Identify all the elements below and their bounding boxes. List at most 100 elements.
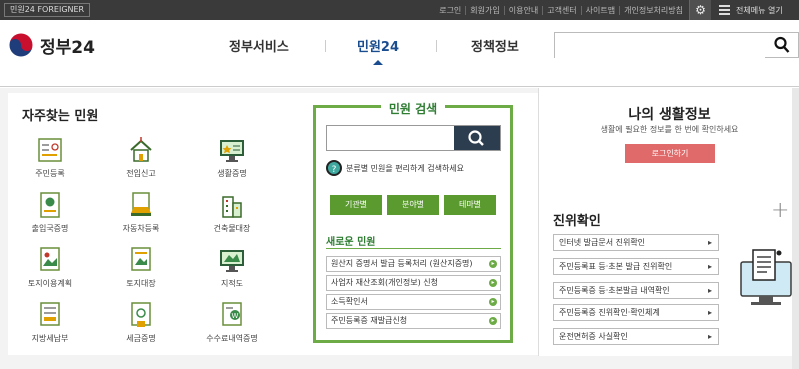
site-search-input[interactable] [555,33,765,58]
signup-link[interactable]: 회원가입 [465,5,503,15]
verify-item[interactable]: 주민등록표 등·초본 발급 진위확인 ▸ [553,258,719,275]
verify-item-label: 주민등록증 진위확인·확인체계 [559,308,660,317]
frequent-item-tax-certificate[interactable]: 세금증명 [102,301,180,344]
search-icon [468,130,484,146]
mylife-title: 나의 생활정보 [628,107,711,123]
new-civil-item-label: 사업자 재산조회(개인정보) 신청 [331,278,439,287]
passport-icon [40,192,60,218]
frequent-item-vehicle[interactable]: 자동차등록 [102,191,180,234]
scroll-edge [792,88,799,369]
arrow-right-icon: ▸ [707,308,712,317]
verify-item-label: 운전면허증 사실확인 [559,332,628,341]
arrow-right-icon: ▸ [489,317,497,325]
frequent-item-fee-certificate[interactable]: W 수수료내역증명 [193,301,271,344]
all-menu-button[interactable]: 전체메뉴 열기 [713,0,799,20]
arrow-right-icon: ▸ [489,260,497,268]
main-content: 자주찾는 민원 주민등록 전입신고 생활증명 출입국증명 자동차등록 건축물대장 [0,88,799,369]
verify-item[interactable]: 주민등록증 등·초본발급 내역확인 ▸ [553,282,719,299]
frequent-item-label: 생활증명 [217,169,247,178]
mylife-login-button[interactable]: 로그인하기 [625,144,715,163]
sitemap-link[interactable]: 사이트맵 [580,5,619,15]
new-civil-item-label: 원산지 증명서 발급 등록처리 (원산지증명) [331,259,473,268]
civil-search-hint: ? 분류별 민원을 편리하게 검색하세요 [326,160,464,176]
privacy-link[interactable]: 개인정보처리방침 [619,5,687,15]
frequent-item-label: 토지대장 [126,279,156,288]
svg-text:W: W [232,312,239,320]
id-card-icon [38,138,62,162]
by-theme-button[interactable]: 테마별 [444,195,496,215]
left-panel: 자주찾는 민원 주민등록 전입신고 생활증명 출입국증명 자동차등록 건축물대장 [8,93,538,355]
nav-civil24[interactable]: 민원24 [357,36,399,55]
frequent-item-label: 자동차등록 [122,224,160,233]
frequent-item-label: 출입국증명 [31,224,69,233]
civil-search-title-wrap: 민원 검색 [316,98,510,117]
new-civil-item-label: 소득확인서 [331,297,368,306]
building-icon [222,196,242,218]
new-civil-item[interactable]: 사업자 재산조회(개인정보) 신청 ▸ [326,275,501,291]
frequent-item-label: 토지이용계획 [27,279,73,288]
civil-search-button[interactable] [454,126,500,150]
frequent-item-label: 전입신고 [126,169,156,178]
by-agency-button[interactable]: 기관별 [330,195,382,215]
question-icon: ? [326,160,342,176]
frequent-item-local-tax[interactable]: 지방세납부 [11,301,89,344]
frequent-item-immigration[interactable]: 출입국증명 [11,191,89,234]
civil-search-input[interactable] [327,126,455,150]
plus-icon[interactable]: + [771,198,789,223]
gov24-logo[interactable]: 정부24 [8,32,95,58]
frequent-item-land-register[interactable]: 토지대장 [102,246,180,289]
car-document-icon [131,192,151,216]
verify-item[interactable]: 주민등록증 진위확인·확인체계 ▸ [553,304,719,321]
house-icon [130,137,152,162]
tax-document-icon [40,302,60,326]
computer-document-icon [740,249,792,305]
nav-divider [325,40,326,52]
site-header: 정부24 정부서비스 민원24 정책정보 [0,20,799,87]
arrow-right-icon: ▸ [707,262,712,271]
by-field-button[interactable]: 분야별 [387,195,439,215]
search-icon[interactable] [774,36,790,54]
frequent-item-building[interactable]: 건축물대장 [193,191,271,234]
arrow-right-icon: ▸ [489,298,497,306]
verify-title: 진위확인 [553,214,601,229]
site-search [554,32,799,58]
arrow-right-icon: ▸ [707,286,712,295]
arrow-right-icon: ▸ [707,332,712,341]
guide-link[interactable]: 이용안내 [503,5,542,15]
arrow-right-icon: ▸ [489,279,497,287]
frequent-item-life-certificate[interactable]: 생활증명 [193,136,271,179]
support-link[interactable]: 고객센터 [542,5,580,15]
civil-search-hint-text: 분류별 민원을 편리하게 검색하세요 [346,163,465,173]
verify-item[interactable]: 운전면허증 사실확인 ▸ [553,328,719,345]
foreigner-link[interactable]: 민원24 FOREIGNER [4,3,91,17]
mylife-desc: 생활에 필요한 정보를 한 번에 확인하세요 [600,125,739,134]
frequent-item-land-use[interactable]: 토지이용계획 [11,246,89,289]
divider [326,248,501,249]
taegeuk-icon [8,32,34,58]
right-panel: 나의 생활정보 생활에 필요한 정보를 한 번에 확인하세요 로그인하기 진위확… [538,88,799,356]
frequent-item-label: 세금증명 [126,334,156,343]
new-civil-item[interactable]: 소득확인서 ▸ [326,294,501,310]
hamburger-icon [719,3,730,17]
frequent-item-label: 건축물대장 [213,224,251,233]
verify-item[interactable]: 인터넷 발급문서 진위확인 ▸ [553,234,719,251]
verify-item-label: 주민등록증 등·초본발급 내역확인 [559,286,670,295]
nav-gov-services[interactable]: 정부서비스 [229,36,289,55]
nav-policy-info[interactable]: 정책정보 [471,36,519,55]
utility-links: 로그인 회원가입 이용안내 고객센터 사이트맵 개인정보처리방침 [435,0,687,20]
frequent-item-label: 수수료내역증명 [206,334,258,343]
frequent-item-move-in[interactable]: 전입신고 [102,136,180,179]
settings-gear-icon[interactable]: ⚙ [689,0,711,20]
land-map-icon [40,247,60,271]
frequent-item-resident-registration[interactable]: 주민등록 [11,136,89,179]
login-link[interactable]: 로그인 [435,6,465,15]
new-civil-item[interactable]: 주민등록증 재발급신청 ▸ [326,313,501,329]
monitor-certificate-icon [220,140,244,162]
frequent-item-cadastral-map[interactable]: 지적도 [193,246,271,289]
frequent-item-label: 지방세납부 [31,334,69,343]
frequent-item-label: 주민등록 [35,169,65,178]
nav-divider [436,40,437,52]
new-civil-item[interactable]: 원산지 증명서 발급 등록처리 (원산지증명) ▸ [326,256,501,272]
all-menu-label: 전체메뉴 열기 [736,5,783,15]
fee-certificate-icon: W [222,302,242,326]
